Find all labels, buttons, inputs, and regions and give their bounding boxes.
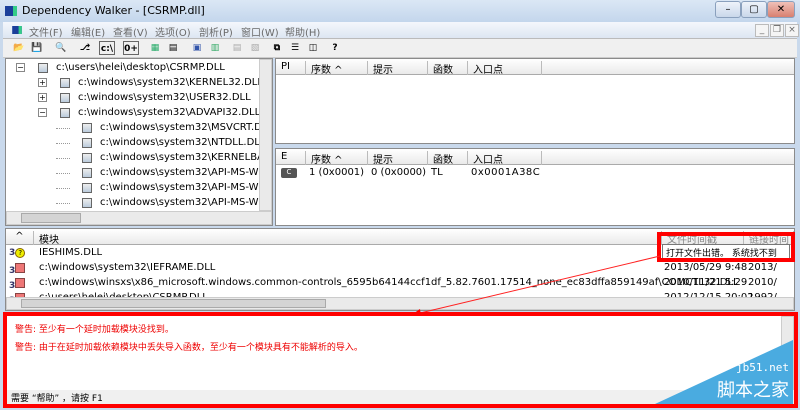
log-warning: 警告: 至少有一个延时加载模块没找到。 [15,325,174,335]
log-warning: 警告: 由于在延时加载依赖模块中丢失导入函数，至少有一个模块具有不能解析的导入。 [15,343,363,353]
